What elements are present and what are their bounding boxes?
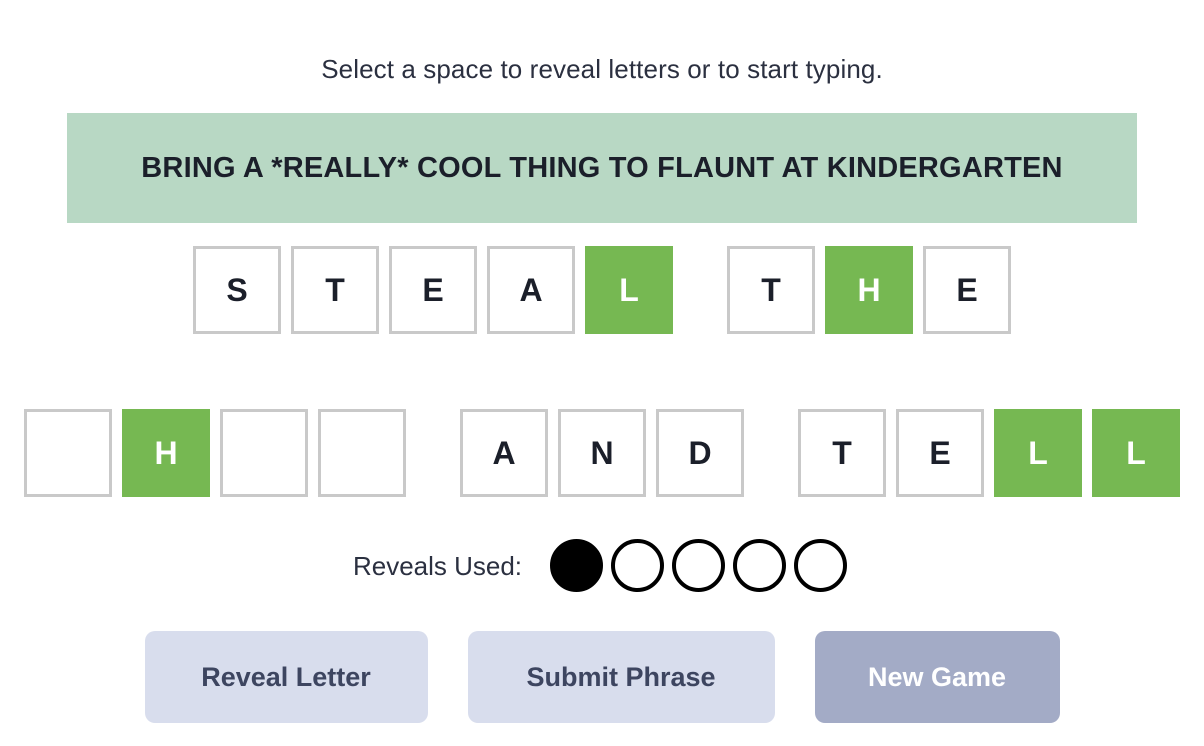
submit-phrase-button[interactable]: Submit Phrase — [467, 631, 775, 723]
letter-tile[interactable] — [220, 409, 308, 497]
letter-tile[interactable]: A — [487, 246, 575, 334]
letter-tile-revealed[interactable]: L — [585, 246, 673, 334]
phrase-banner: BRING A *REALLY* COOL THING TO FLAUNT AT… — [67, 113, 1137, 223]
game-page: Select a space to reveal letters or to s… — [0, 0, 1204, 746]
letter-tile[interactable]: T — [291, 246, 379, 334]
reveal-dot-empty — [611, 539, 665, 592]
phrase-banner-text: BRING A *REALLY* COOL THING TO FLAUNT AT… — [141, 151, 1063, 184]
letter-tile-revealed[interactable]: H — [825, 246, 913, 334]
letter-tile[interactable]: D — [656, 409, 744, 497]
answer-row-2: HANDTELL — [0, 409, 1204, 497]
reveal-dot-empty — [672, 539, 726, 592]
letter-tile[interactable] — [318, 409, 406, 497]
word-group: TELL — [793, 409, 1185, 497]
reveals-used-label: Reveals Used: — [352, 550, 523, 581]
word-group: STEAL — [188, 246, 678, 334]
letter-tile[interactable]: S — [193, 246, 281, 334]
letter-tile[interactable]: E — [389, 246, 477, 334]
game-button-row: Reveal Letter Submit Phrase New Game — [125, 631, 1080, 723]
word-group: H — [19, 409, 411, 497]
reveal-dot-empty — [733, 539, 787, 592]
letter-tile[interactable]: E — [923, 246, 1011, 334]
letter-tile-revealed[interactable]: H — [122, 409, 210, 497]
letter-tile-revealed[interactable]: L — [1092, 409, 1180, 497]
letter-tile[interactable]: A — [460, 409, 548, 497]
instruction-text: Select a space to reveal letters or to s… — [321, 54, 883, 84]
letter-tile[interactable]: T — [727, 246, 815, 334]
letter-tile[interactable]: N — [558, 409, 646, 497]
answer-row-1: STEALTHE — [0, 246, 1204, 334]
reveal-letter-button[interactable]: Reveal Letter — [144, 631, 428, 723]
new-game-button[interactable]: New Game — [814, 631, 1060, 723]
reveal-dot-filled — [550, 539, 604, 592]
letter-tile-revealed[interactable]: L — [994, 409, 1082, 497]
reveals-used-row: Reveals Used: — [353, 539, 851, 592]
word-group: THE — [722, 246, 1016, 334]
reveal-dot-empty — [794, 539, 848, 592]
letter-tile[interactable]: T — [798, 409, 886, 497]
letter-tile[interactable] — [24, 409, 112, 497]
letter-tile[interactable]: E — [896, 409, 984, 497]
reveal-dots-group — [546, 539, 851, 592]
word-group: AND — [455, 409, 749, 497]
